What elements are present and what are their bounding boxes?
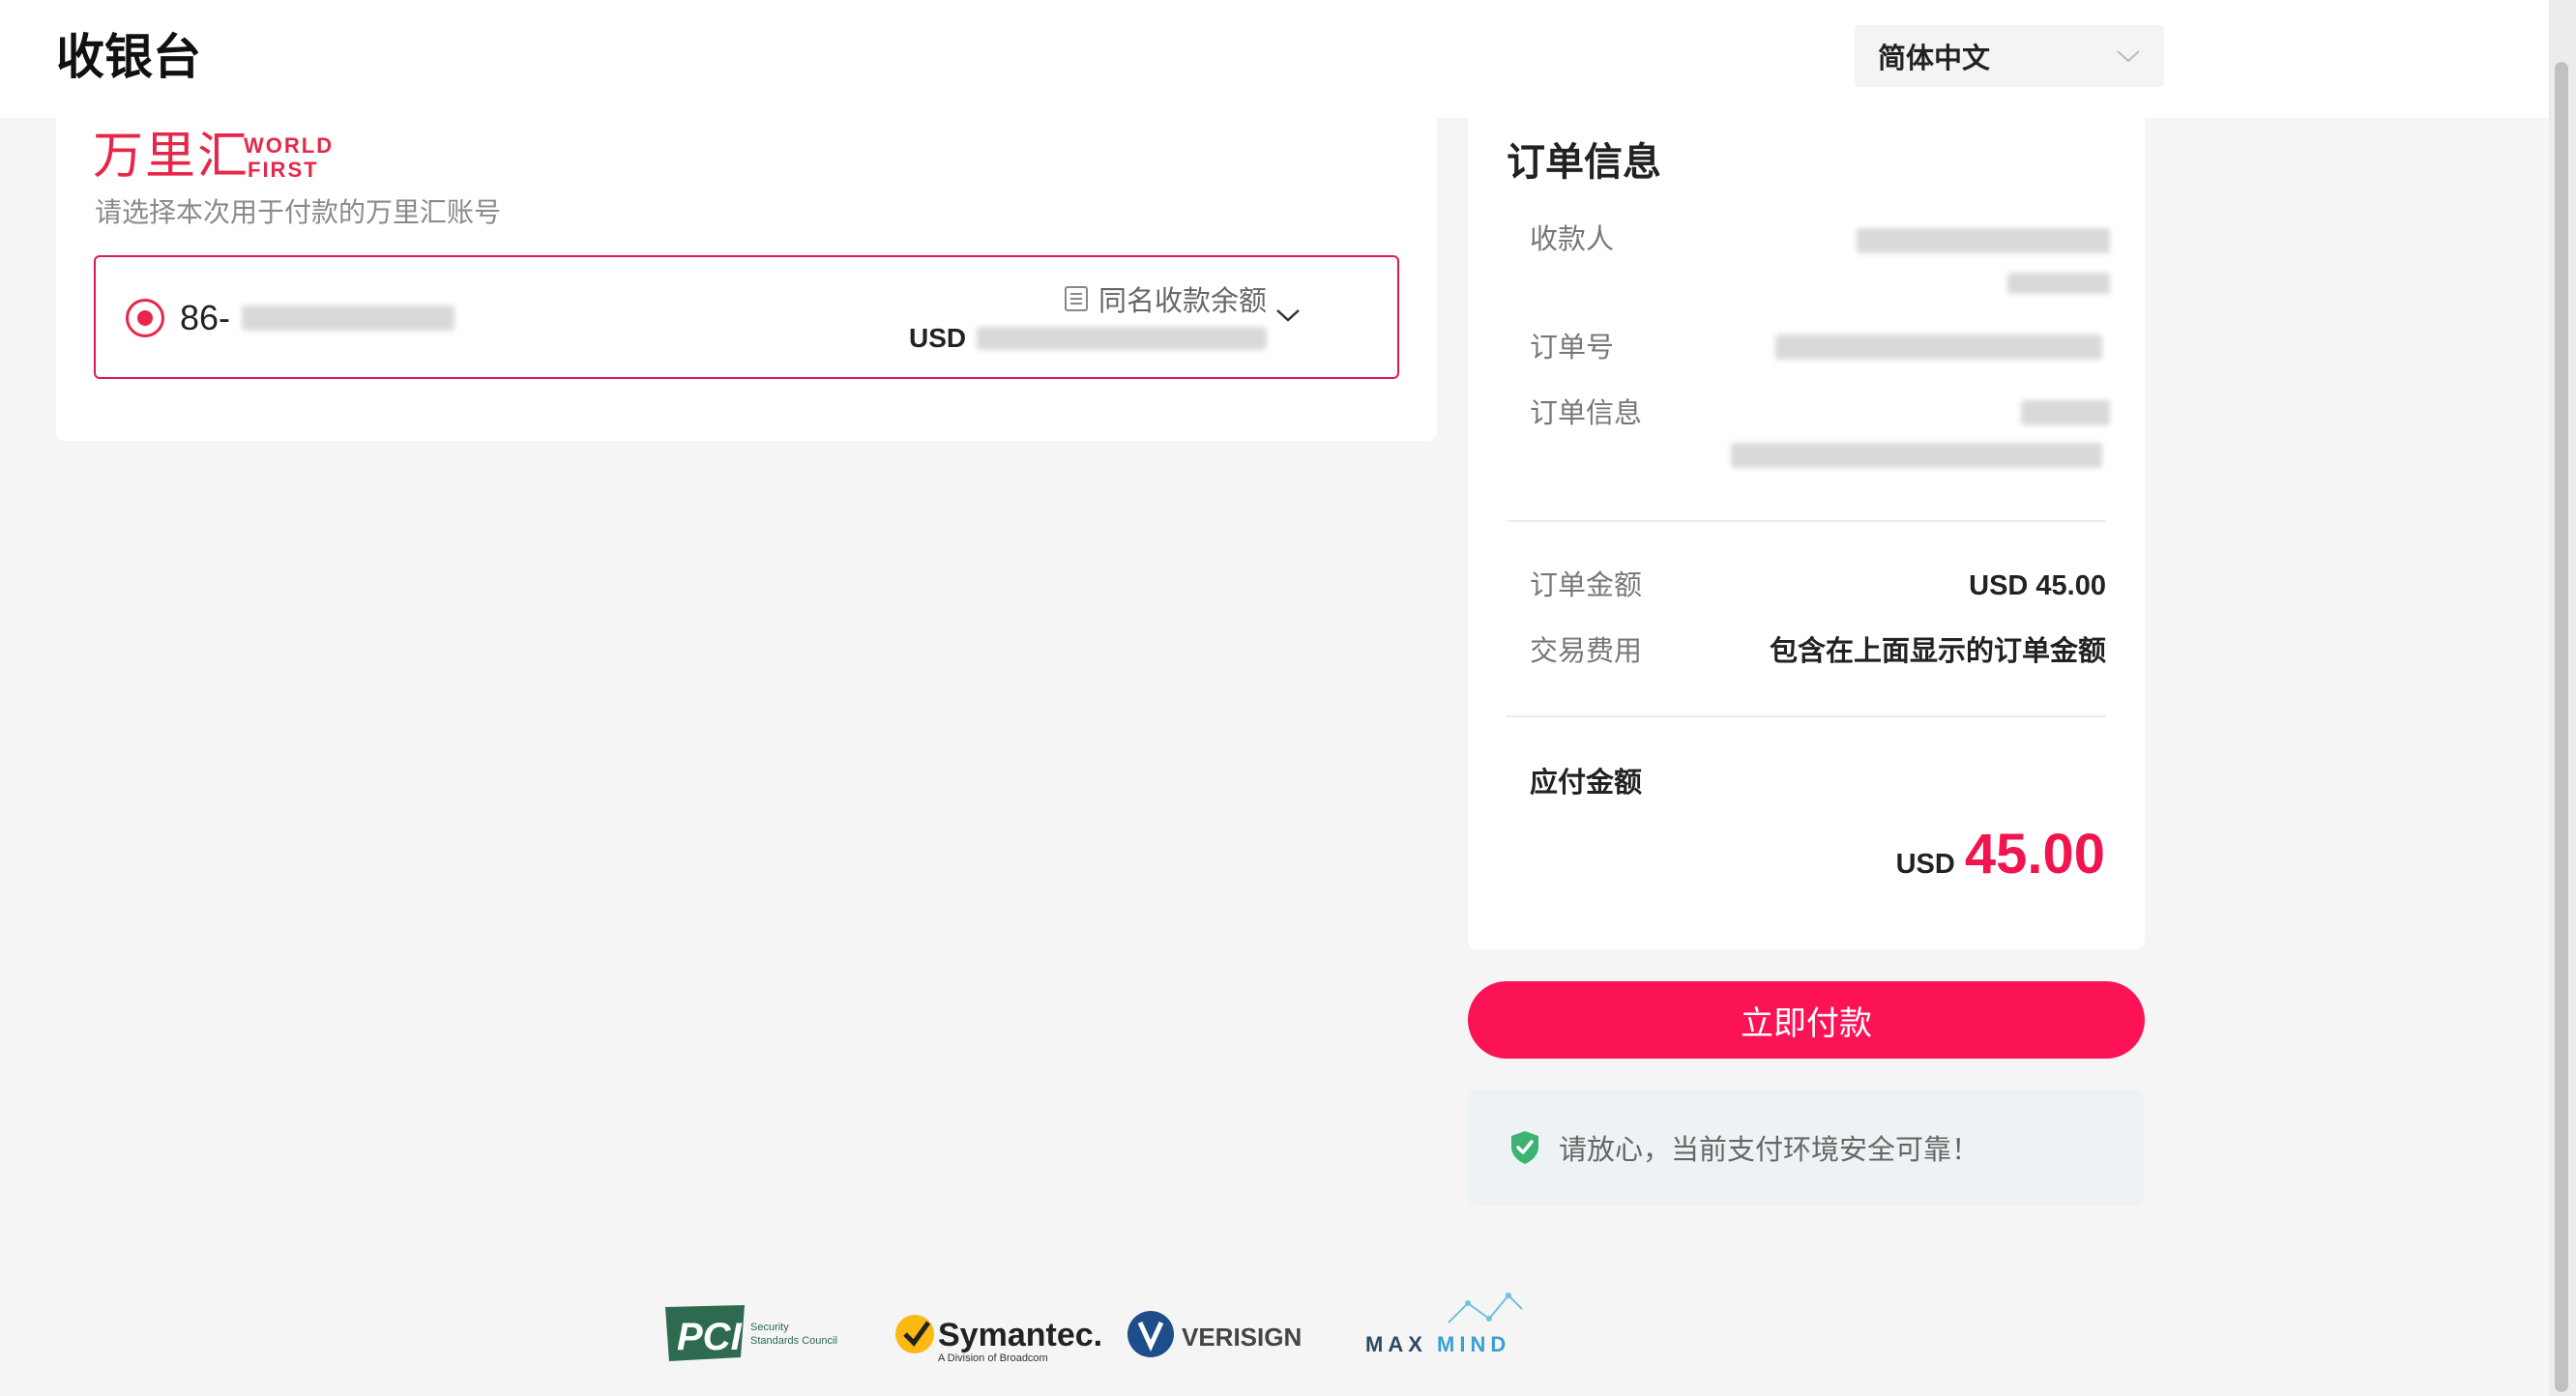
balance-label-text: 同名收款余额: [1098, 286, 1268, 317]
payable-currency: USD: [1895, 849, 1955, 880]
account-number-prefix: 86-: [180, 298, 231, 337]
account-number-masked: [242, 305, 454, 331]
order-info-title: 订单信息: [1507, 141, 1661, 184]
security-notice: 请放心，当前支付环境安全可靠！: [1468, 1090, 2145, 1206]
payee-label: 收款人: [1530, 224, 1615, 255]
order-amount-label: 订单金额: [1530, 570, 1643, 601]
payee-masked: [1857, 228, 2110, 253]
language-select[interactable]: 简体中文: [1855, 25, 2164, 87]
transaction-fee-value: 包含在上面显示的订单金额: [1769, 636, 2106, 667]
divider: [1507, 715, 2106, 717]
balance-masked: [977, 327, 1267, 350]
order-info-masked: [2021, 400, 2110, 425]
transaction-fee-label: 交易费用: [1530, 636, 1643, 667]
order-no-label: 订单号: [1530, 333, 1615, 364]
pci-logo-sub2: Standards Council: [750, 1335, 837, 1347]
pci-logo-text: PCI: [677, 1316, 743, 1358]
worldfirst-logo-cn: 万里汇: [93, 129, 250, 185]
order-info-label: 订单信息: [1530, 398, 1643, 429]
maxmind-logo-text-b: MIND: [1437, 1332, 1510, 1356]
scrollbar-thumb[interactable]: [2555, 62, 2568, 1392]
language-select-value: 简体中文: [1878, 44, 1991, 74]
trust-logos: PCI Security Standards Council Symantec.…: [665, 1293, 1523, 1364]
payable-amount-label: 应付金额: [1530, 768, 1643, 799]
account-radio[interactable]: [126, 299, 164, 337]
payable-amount: USD 45.00: [1896, 822, 2105, 887]
top-bar: [0, 0, 2549, 118]
document-icon: [1065, 286, 1088, 311]
verisign-logo-text: VERISIGN: [1182, 1323, 1302, 1352]
radio-dot: [137, 310, 153, 326]
symantec-logo-text: Symantec.: [938, 1317, 1102, 1353]
balance-currency: USD: [909, 323, 967, 353]
maxmind-logo: MAX MIND: [1365, 1293, 1523, 1356]
order-no-masked: [1775, 334, 2102, 360]
balance-label: 同名收款余额: [1064, 278, 1267, 319]
pay-now-button[interactable]: 立即付款: [1468, 981, 2145, 1059]
chevron-down-icon[interactable]: [1274, 305, 1302, 325]
divider: [1507, 520, 2106, 522]
shield-check-icon: [1511, 1131, 1538, 1164]
symantec-logo: Symantec. A Division of Broadcom: [895, 1315, 1102, 1364]
worldfirst-logo-en: WORLD FIRST: [244, 133, 334, 182]
logo-en-line2: FIRST: [248, 158, 319, 182]
order-info-masked-line2: [1731, 443, 2102, 468]
page-title: 收银台: [56, 30, 201, 84]
security-notice-text: 请放心，当前支付环境安全可靠！: [1559, 1135, 1980, 1166]
payment-method-subtitle: 请选择本次用于付款的万里汇账号: [95, 197, 502, 227]
pci-logo: PCI Security Standards Council: [665, 1305, 837, 1361]
chevron-down-icon: [2117, 50, 2140, 63]
logo-en-line1: WORLD: [244, 133, 335, 158]
order-amount-value: USD 45.00: [1969, 570, 2106, 601]
payable-amount-value: 45.00: [1964, 823, 2105, 886]
pci-logo-sub1: Security: [750, 1322, 789, 1333]
maxmind-logo-text-a: MAX: [1365, 1332, 1427, 1356]
payee-masked-line2: [2007, 273, 2110, 294]
verisign-logo: VERISIGN: [1127, 1311, 1302, 1357]
symantec-logo-sub: A Division of Broadcom: [938, 1352, 1048, 1364]
